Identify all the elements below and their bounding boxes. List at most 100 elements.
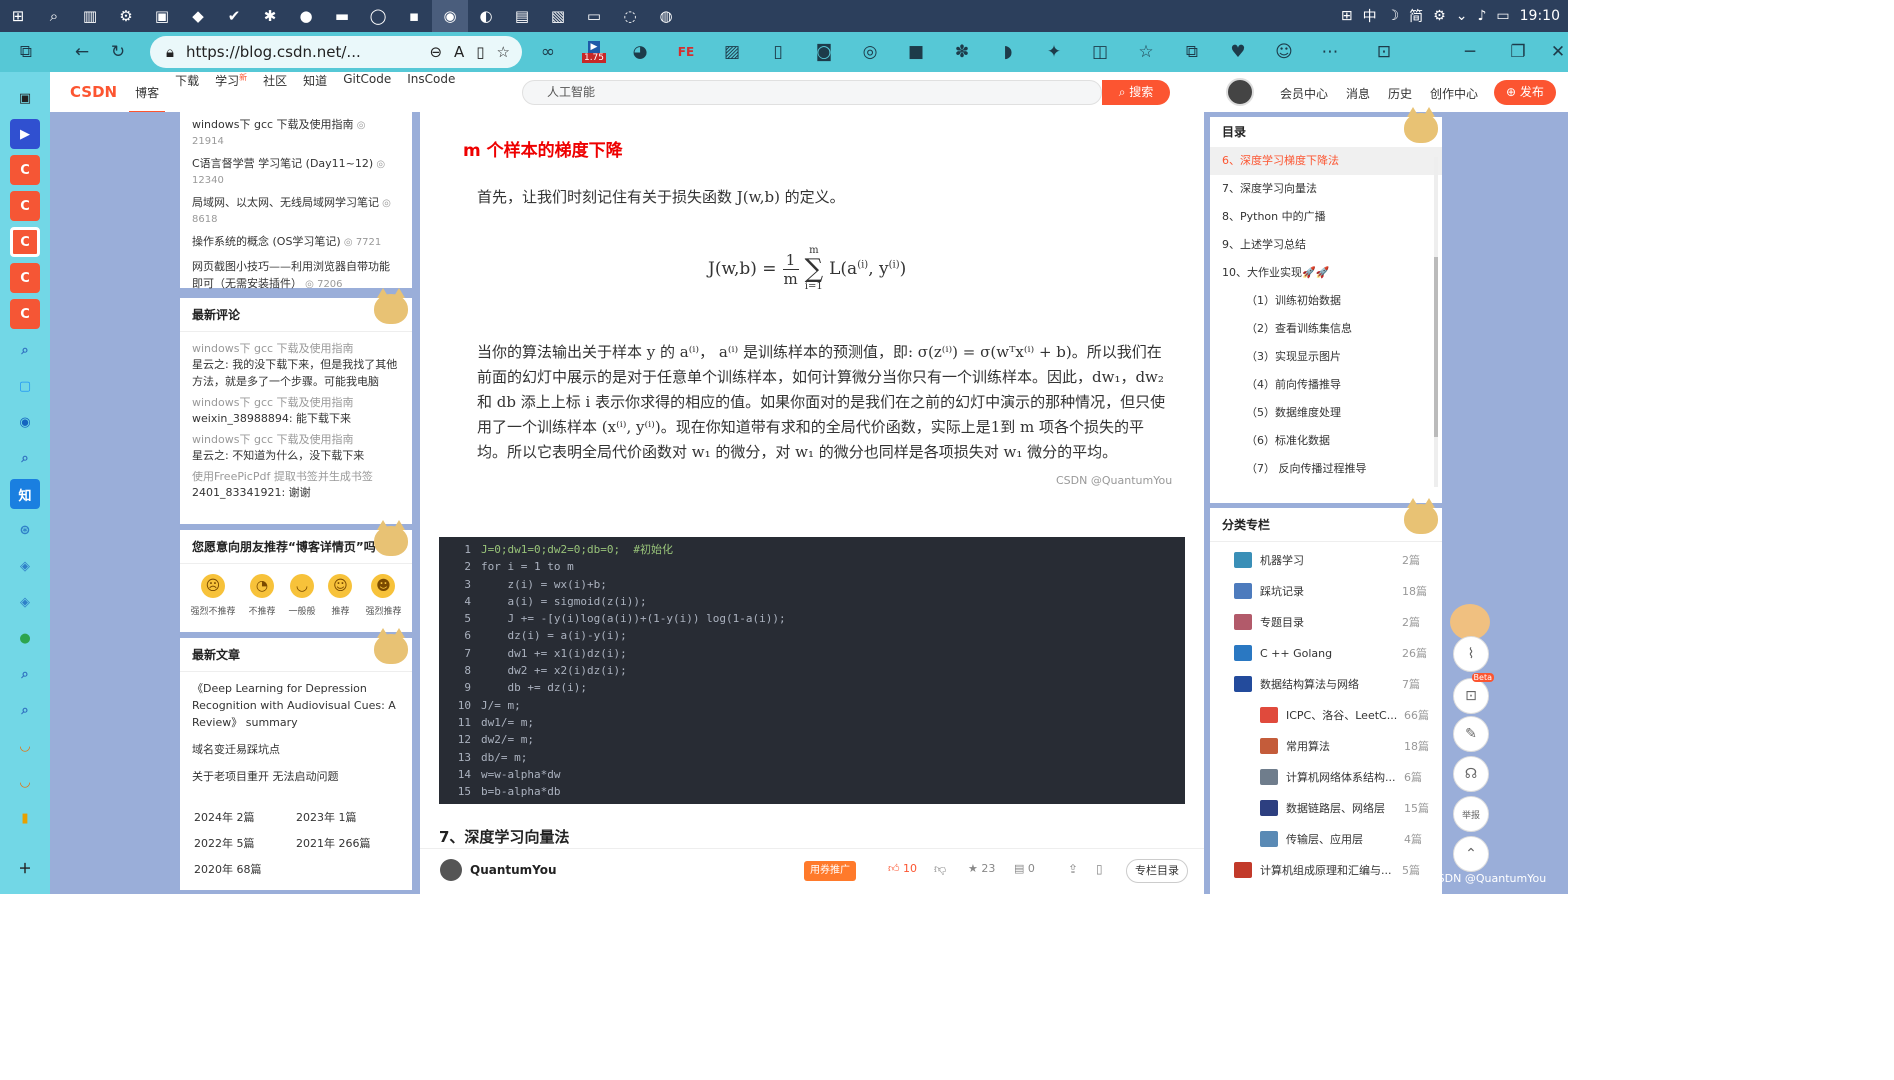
vertical-tabs-icon[interactable]: ▣ — [10, 83, 40, 113]
column-item[interactable]: C ++ Golang 26篇 — [1234, 643, 1434, 663]
comment-post-title[interactable]: 使用FreePicPdf 提取书签并生成书签 — [192, 468, 400, 484]
nav-zhidao[interactable]: 知道 — [297, 72, 333, 113]
toc-item[interactable]: （2）查看训练集信息 — [1210, 315, 1442, 343]
extension-icon[interactable]: ◎ — [852, 36, 888, 68]
tab-csdn-icon[interactable]: C — [10, 227, 40, 257]
netease-music-icon[interactable]: ◍ — [648, 0, 684, 32]
latest-article-link[interactable]: 《Deep Learning for Depression Recognitio… — [192, 680, 400, 731]
battery-icon[interactable]: ▭ — [1496, 8, 1509, 24]
code-lines[interactable]: J=0;dw1=0;dw2=0;db=0; #初始化 for i = 1 to m… — [481, 541, 786, 800]
app-icon[interactable]: ▧ — [540, 0, 576, 32]
task-view-icon[interactable]: ▥ — [72, 0, 108, 32]
publish-button[interactable]: ⊕ 发布 — [1494, 80, 1556, 105]
app-icon[interactable]: ◐ — [468, 0, 504, 32]
reader-icon[interactable]: ▯ — [476, 43, 484, 61]
minimize-icon[interactable]: ─ — [1452, 36, 1488, 68]
back-to-top-icon[interactable]: ⌃ — [1453, 836, 1489, 872]
close-icon[interactable]: ✕ — [1540, 36, 1576, 68]
comment-post-title[interactable]: windows下 gcc 下载及使用指南 — [192, 431, 400, 447]
extension-icon[interactable]: ■ — [898, 36, 934, 68]
tab-search-icon[interactable]: ⌕ — [10, 695, 40, 725]
column-item[interactable]: 常用算法 18篇 — [1260, 736, 1460, 756]
profile-avatar[interactable]: ☺ — [1266, 36, 1302, 68]
extension-icon[interactable]: ◕ — [622, 36, 658, 68]
toc-item[interactable]: （6）标准化数据 — [1210, 427, 1442, 455]
settings-icon[interactable]: ⚙ — [108, 0, 144, 32]
nav-blog[interactable]: 博客 — [129, 72, 166, 113]
comment-post-title[interactable]: windows下 gcc 下载及使用指南 — [192, 394, 400, 410]
toc-item[interactable]: 8、Python 中的广播 — [1210, 203, 1442, 231]
archive-item[interactable]: 2020年 68篇 — [194, 861, 296, 877]
tab-search-icon[interactable]: ⌕ — [10, 659, 40, 689]
app-icon[interactable]: ▣ — [144, 0, 180, 32]
history-link[interactable]: 历史 — [1388, 85, 1412, 102]
ime-mode[interactable]: 中 — [1363, 6, 1377, 26]
back-icon[interactable]: ← — [64, 36, 100, 68]
latest-article-link[interactable]: 域名变迁易踩坑点 — [192, 741, 400, 758]
tab-wechat-icon[interactable]: ● — [10, 623, 40, 653]
hot-article-item[interactable]: 局域网、以太网、无线局域网学习笔记 ◎ 8618 — [192, 194, 400, 225]
collections-icon[interactable]: ⧉ — [1174, 36, 1210, 68]
read-aloud-icon[interactable]: A — [454, 43, 464, 61]
creator-center-link[interactable]: 创作中心 — [1430, 85, 1478, 102]
hot-article-title[interactable]: windows下 gcc 下载及使用指南 — [192, 118, 354, 131]
archive-item[interactable]: 2023年 1篇 — [296, 809, 398, 825]
bookmark-icon[interactable]: ▯ — [760, 36, 796, 68]
latest-article-link[interactable]: 关于老项目重开 无法启动问题 — [192, 768, 400, 785]
archive-item[interactable]: 2022年 5篇 — [194, 835, 296, 851]
volume-icon[interactable]: ♪ — [1477, 8, 1486, 24]
hot-article-item[interactable]: 操作系统的概念 (OS学习笔记) ◎ 7721 — [192, 233, 400, 250]
comment-button[interactable]: ▤ 0 — [1014, 862, 1035, 875]
extension-infinity-icon[interactable]: ∞ — [530, 36, 566, 68]
more-icon[interactable]: ⋯ — [1312, 36, 1348, 68]
hot-article-title[interactable]: 操作系统的概念 (OS学习笔记) — [192, 235, 341, 248]
toc-item[interactable]: 9、上述学习总结 — [1210, 231, 1442, 259]
column-item[interactable]: 踩坑记录 18篇 — [1234, 581, 1434, 601]
favorite-button[interactable]: ★ 23 — [968, 862, 995, 875]
hot-article-title[interactable]: 网页截图小技巧——利用浏览器自带功能即可（无需安装插件） — [192, 260, 390, 290]
extension-icon[interactable]: ▨ — [714, 36, 750, 68]
tab-search-icon[interactable]: ⌕ — [10, 443, 40, 473]
dislike-icon[interactable]: 👎︎ — [934, 862, 946, 877]
vip-center-link[interactable]: 会员中心 — [1280, 85, 1328, 102]
hot-article-item[interactable]: C语言督学营 学习笔记 (Day11~12) ◎ 12340 — [192, 155, 400, 186]
app-icon[interactable]: ▤ — [504, 0, 540, 32]
archive-item[interactable]: 2021年 266篇 — [296, 835, 398, 851]
tab-icon[interactable]: ▮ — [10, 803, 40, 833]
edge-icon[interactable]: ◉ — [432, 0, 468, 32]
toc-item[interactable]: （4）前向传播推导 — [1210, 371, 1442, 399]
extension-icon[interactable]: ◗ — [990, 36, 1026, 68]
author-avatar[interactable] — [440, 859, 462, 881]
user-avatar[interactable] — [1226, 78, 1254, 106]
toc-item[interactable]: 6、深度学习梯度下降法 — [1210, 147, 1442, 175]
nav-learn[interactable]: 学习新 — [209, 72, 253, 113]
column-item[interactable]: 计算机网络体系结构... 6篇 — [1260, 767, 1460, 787]
tab-csdn-icon[interactable]: C — [10, 263, 40, 293]
nav-inscode[interactable]: InsCode — [401, 72, 461, 113]
app-icon[interactable]: ● — [288, 0, 324, 32]
extension-speed-icon[interactable]: ▶ 1.75 — [576, 36, 612, 68]
archive-item[interactable]: 2024年 2篇 — [194, 809, 296, 825]
column-item[interactable]: 计算机组成原理和汇编与... 5篇 — [1234, 860, 1434, 880]
chevron-up-icon[interactable]: ⌄ — [1456, 8, 1468, 24]
app-icon[interactable]: ✱ — [252, 0, 288, 32]
tab-csdn-icon[interactable]: C — [10, 155, 40, 185]
search-button[interactable]: ⌕ 搜索 — [1102, 80, 1170, 105]
toc-item[interactable]: 10、大作业实现🚀🚀 — [1210, 259, 1442, 287]
column-item[interactable]: 传输层、应用层 4篇 — [1260, 829, 1460, 849]
favorites-icon[interactable]: ☆ — [1128, 36, 1164, 68]
tab-icon[interactable]: ◈ — [10, 587, 40, 617]
column-item[interactable]: 数据结构算法与网络 7篇 — [1234, 674, 1434, 694]
tab-icon[interactable]: ⊛ — [10, 515, 40, 545]
terminal-icon[interactable]: ▭ — [576, 0, 612, 32]
column-item[interactable]: ICPC、洛谷、LeetC... 66篇 — [1260, 705, 1460, 725]
comment-post-title[interactable]: windows下 gcc 下载及使用指南 — [192, 340, 400, 356]
pdf-icon[interactable]: ▯ — [1096, 862, 1103, 876]
nav-gitcode[interactable]: GitCode — [337, 72, 397, 113]
tab-csdn-icon[interactable]: C — [10, 299, 40, 329]
app-icon[interactable]: ◌ — [612, 0, 648, 32]
copilot-icon[interactable]: ♥ — [1220, 36, 1256, 68]
new-tab-icon[interactable]: ＋ — [10, 852, 40, 882]
csdn-logo[interactable]: CSDN — [70, 83, 117, 101]
toc-item[interactable]: （1）训练初始数据 — [1210, 287, 1442, 315]
